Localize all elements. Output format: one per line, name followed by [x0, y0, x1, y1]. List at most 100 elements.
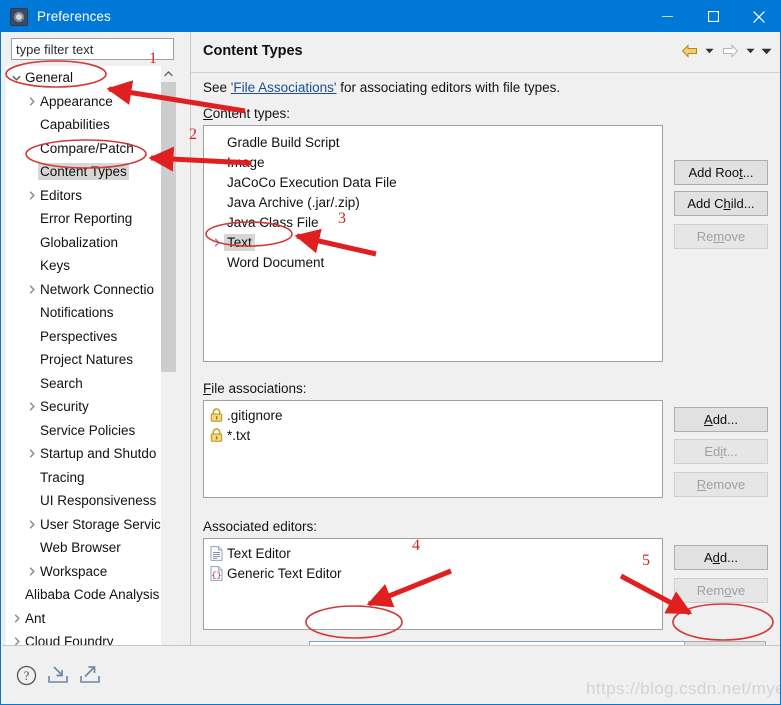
sidebar-item-security[interactable]: Security [6, 395, 162, 419]
sidebar-item-tracing[interactable]: Tracing [6, 466, 162, 490]
sidebar-item-project-natures[interactable]: Project Natures [6, 348, 162, 372]
view-menu-icon[interactable] [760, 40, 773, 62]
add-child-button[interactable]: Add Child... [674, 191, 768, 216]
sidebar-item-label: Project Natures [40, 352, 134, 368]
back-arrow-icon[interactable] [678, 40, 700, 62]
content-type-row[interactable]: Java Archive (.jar/.zip) [204, 192, 662, 212]
maximize-button[interactable] [690, 1, 736, 32]
add-editor-label: Add... [704, 550, 738, 565]
chevron-down-icon[interactable] [10, 75, 23, 81]
sidebar-item-notifications[interactable]: Notifications [6, 301, 162, 325]
sidebar-item-web-browser[interactable]: Web Browser [6, 536, 162, 560]
sidebar-item-startup-and-shutdo[interactable]: Startup and Shutdo [6, 442, 162, 466]
content-type-label: Java Class File [227, 214, 319, 230]
export-preferences-icon[interactable] [78, 663, 102, 687]
associated-editor-row[interactable]: Text Editor [204, 543, 662, 563]
help-icon[interactable]: ? [14, 663, 38, 687]
sidebar-item-label: Globalization [40, 234, 119, 250]
page-title: Content Types [203, 43, 303, 59]
sidebar: General Appearance Capabilities Compare/Pat… [2, 32, 190, 671]
associated-editor-row[interactable]: {} Generic Text Editor [204, 563, 662, 583]
sidebar-item-label: Notifications [40, 305, 114, 321]
sidebar-item-label: Network Connectio [40, 281, 155, 297]
content-type-row[interactable]: Java Class File [204, 212, 662, 232]
sidebar-item-network-connectio[interactable]: Network Connectio [6, 278, 162, 302]
associated-editors-list[interactable]: Text Editor {} Generic Text Editor [203, 538, 663, 630]
chevron-right-icon[interactable] [25, 191, 38, 200]
remove-file-association-button[interactable]: Remove [674, 472, 768, 497]
sidebar-item-editors[interactable]: Editors [6, 184, 162, 208]
add-root-button[interactable]: Add Root... [674, 160, 768, 185]
sidebar-item-label: Keys [40, 258, 71, 274]
description-text: See 'File Associations' for associating … [203, 80, 560, 95]
remove-content-type-button[interactable]: Remove [674, 224, 768, 249]
sidebar-item-ant[interactable]: Ant [6, 607, 162, 631]
content-type-row[interactable]: Gradle Build Script [204, 132, 662, 152]
generic-editor-icon: {} [210, 565, 223, 581]
sidebar-item-label: UI Responsiveness [40, 493, 157, 509]
sidebar-item-label: Web Browser [40, 540, 121, 556]
preferences-tree-list: General Appearance Capabilities Compare/Pat… [6, 66, 162, 655]
file-associations-link[interactable]: 'File Associations' [231, 80, 337, 95]
content-types-list[interactable]: Gradle Build Script Image JaCoCo Execution… [203, 125, 663, 362]
sidebar-item-ui-responsiveness[interactable]: UI Responsiveness [6, 489, 162, 513]
sidebar-item-keys[interactable]: Keys [6, 254, 162, 278]
sidebar-item-perspectives[interactable]: Perspectives [6, 325, 162, 349]
scroll-up-icon[interactable] [161, 66, 176, 82]
filter-input[interactable] [11, 38, 174, 60]
content-type-row[interactable]: Word Document [204, 252, 662, 272]
sidebar-item-service-policies[interactable]: Service Policies [6, 419, 162, 443]
lock-icon [210, 428, 223, 442]
forward-dropdown-icon[interactable] [744, 40, 757, 62]
content-type-row[interactable]: Text [204, 232, 662, 252]
sidebar-item-search[interactable]: Search [6, 372, 162, 396]
close-button[interactable] [736, 1, 780, 32]
add-editor-button[interactable]: Add... [674, 545, 768, 570]
preferences-tree[interactable]: General Appearance Capabilities Compare/Pat… [6, 66, 176, 655]
back-dropdown-icon[interactable] [703, 40, 716, 62]
forward-arrow-icon [719, 40, 741, 62]
sidebar-item-error-reporting[interactable]: Error Reporting [6, 207, 162, 231]
chevron-right-icon[interactable] [10, 614, 23, 623]
remove-editor-button[interactable]: Remove [674, 578, 768, 603]
description-suffix: for associating editors with file types. [336, 80, 561, 95]
sidebar-item-label: Perspectives [40, 328, 118, 344]
chevron-right-icon[interactable] [25, 520, 38, 529]
file-association-row[interactable]: *.txt [204, 425, 662, 445]
chevron-right-icon[interactable] [25, 285, 38, 294]
sidebar-item-compare-patch[interactable]: Compare/Patch [6, 137, 162, 161]
sidebar-item-content-types[interactable]: Content Types [6, 160, 162, 184]
file-associations-list[interactable]: .gitignore *.txt [203, 400, 663, 498]
chevron-right-icon[interactable] [25, 402, 38, 411]
remove-file-association-label: Remove [696, 477, 746, 492]
tree-vertical-scrollbar[interactable] [161, 66, 176, 655]
sidebar-item-label: User Storage Servic [40, 516, 161, 532]
sidebar-item-appearance[interactable]: Appearance [6, 90, 162, 114]
sidebar-item-label: Search [40, 375, 83, 391]
chevron-right-icon[interactable] [210, 237, 224, 247]
chevron-right-icon[interactable] [25, 567, 38, 576]
sidebar-item-globalization[interactable]: Globalization [6, 231, 162, 255]
chevron-right-icon[interactable] [25, 449, 38, 458]
preferences-gear-icon [10, 7, 28, 26]
sidebar-item-user-storage-servic[interactable]: User Storage Servic [6, 513, 162, 537]
add-file-association-label: Add... [704, 412, 738, 427]
edit-file-association-label: Edit... [704, 444, 738, 459]
content-type-row[interactable]: Image [204, 152, 662, 172]
sidebar-item-workspace[interactable]: Workspace [6, 560, 162, 584]
sidebar-item-label: Error Reporting [40, 211, 133, 227]
edit-file-association-button[interactable]: Edit... [674, 439, 768, 464]
sidebar-item-label: Appearance [40, 93, 113, 109]
sidebar-item-alibaba-code-analysis[interactable]: Alibaba Code Analysis [6, 583, 162, 607]
sidebar-item-label: General [25, 70, 74, 86]
add-file-association-button[interactable]: Add... [674, 407, 768, 432]
sidebar-item-capabilities[interactable]: Capabilities [6, 113, 162, 137]
tree-scrollbar-thumb[interactable] [161, 82, 176, 372]
minimize-button[interactable] [644, 1, 690, 32]
sidebar-item-general[interactable]: General [6, 66, 162, 90]
title-bar: Preferences [1, 1, 780, 32]
import-preferences-icon[interactable] [46, 663, 70, 687]
content-type-row[interactable]: JaCoCo Execution Data File [204, 172, 662, 192]
file-association-row[interactable]: .gitignore [204, 405, 662, 425]
chevron-right-icon[interactable] [25, 97, 38, 106]
